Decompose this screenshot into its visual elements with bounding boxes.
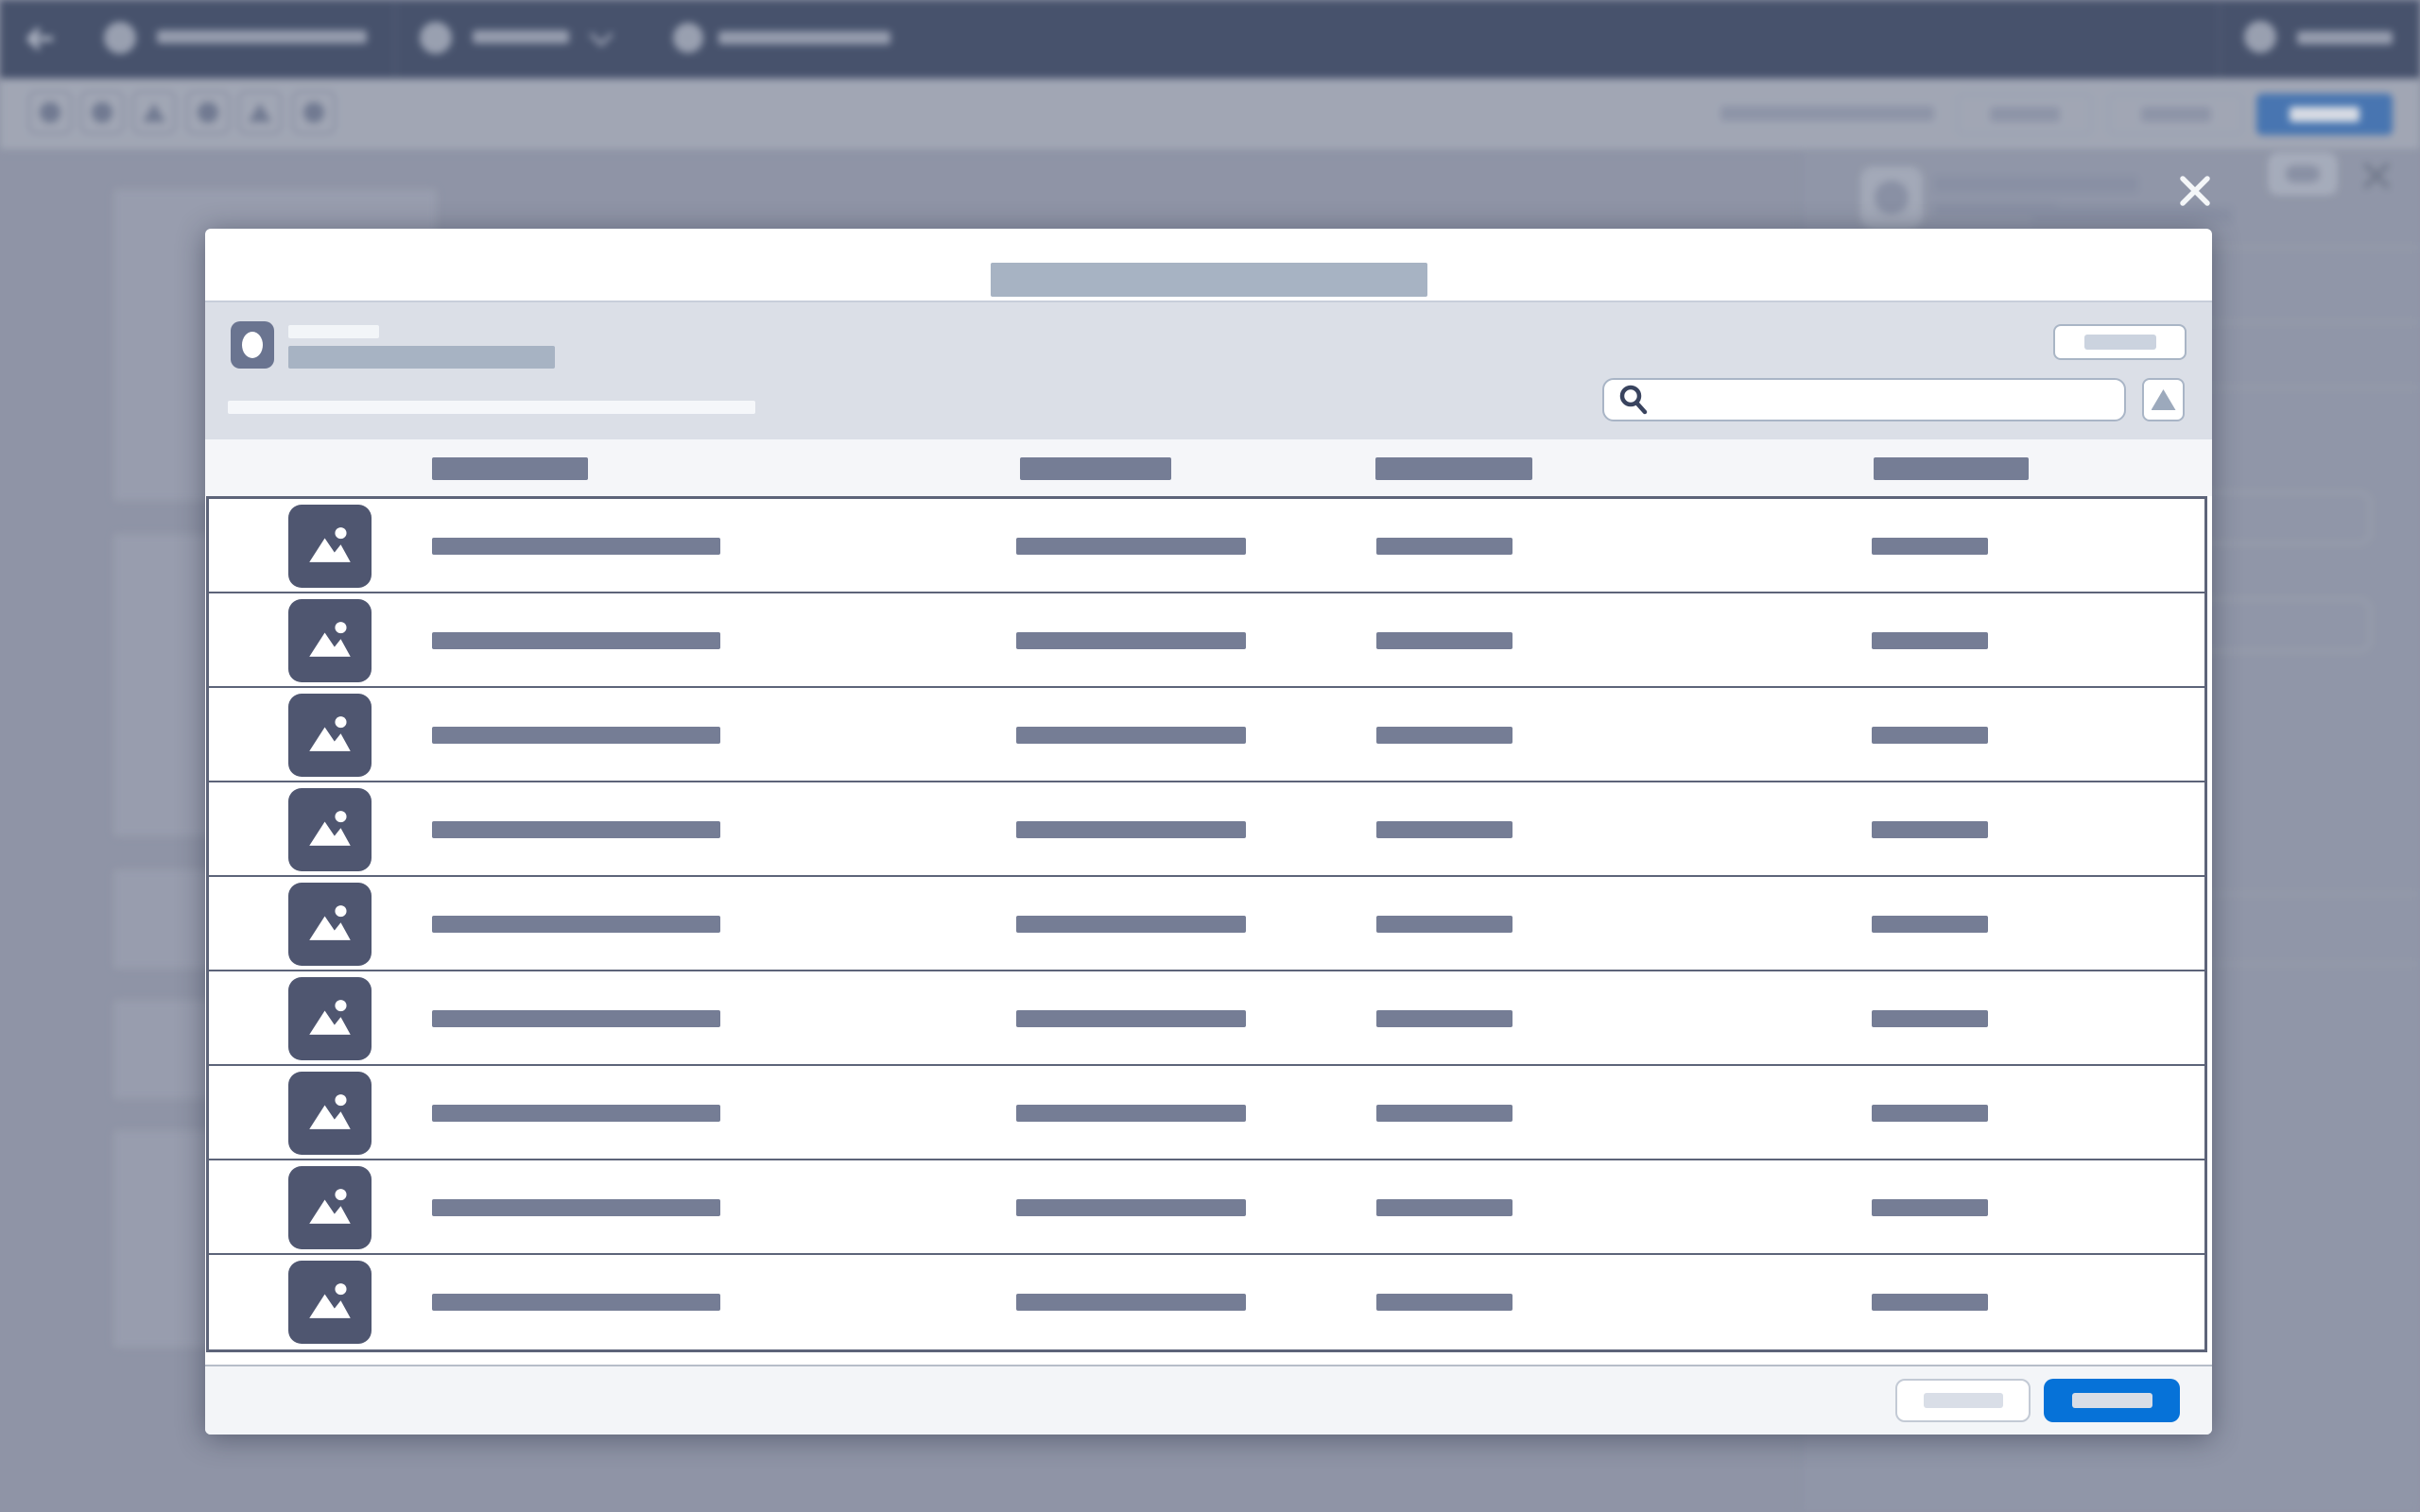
cell-text-placeholder	[1872, 1294, 1988, 1311]
image-icon-thumbnail	[288, 694, 372, 777]
cell-text-placeholder	[1872, 1010, 1988, 1027]
modal-close-x-icon[interactable]	[2176, 172, 2214, 210]
record-avatar-icon	[231, 321, 274, 369]
cell-text-placeholder	[432, 821, 720, 838]
column-header-placeholder[interactable]	[432, 457, 588, 480]
cell-text-placeholder	[1872, 916, 1988, 933]
cell-text-placeholder	[432, 1105, 720, 1122]
cell-text-placeholder	[1376, 1199, 1512, 1216]
header-action-button[interactable]	[2053, 324, 2187, 360]
cell-text-placeholder	[1872, 727, 1988, 744]
table-row[interactable]	[209, 971, 2204, 1066]
cell-text-placeholder	[1016, 1010, 1246, 1027]
cell-text-placeholder	[1376, 727, 1512, 744]
column-header-placeholder[interactable]	[1020, 457, 1171, 480]
image-icon-thumbnail	[288, 1072, 372, 1155]
cell-text-placeholder	[1376, 1010, 1512, 1027]
record-detail-placeholder	[228, 401, 755, 414]
modal-footer	[205, 1365, 2212, 1435]
magnifier-icon	[1617, 384, 1650, 416]
screen	[0, 0, 2420, 1512]
table-row[interactable]	[209, 1255, 2204, 1349]
record-select-modal	[205, 229, 2212, 1435]
cell-text-placeholder	[1016, 821, 1246, 838]
modal-record-header	[205, 302, 2212, 439]
table-row[interactable]	[209, 1160, 2204, 1255]
cancel-button[interactable]	[1895, 1379, 2031, 1422]
cell-text-placeholder	[432, 1010, 720, 1027]
table-row[interactable]	[209, 1066, 2204, 1160]
cell-text-placeholder	[432, 538, 720, 555]
cell-text-placeholder	[1016, 1105, 1246, 1122]
image-icon-thumbnail	[288, 1166, 372, 1249]
column-header-placeholder[interactable]	[1874, 457, 2029, 480]
table-header-row	[205, 439, 2212, 496]
table-row[interactable]	[209, 782, 2204, 877]
button-label-placeholder	[1924, 1393, 2003, 1408]
table-body	[206, 496, 2207, 1352]
image-icon-thumbnail	[288, 505, 372, 588]
cell-text-placeholder	[1872, 1199, 1988, 1216]
search-input[interactable]	[1602, 378, 2126, 421]
modal-title-placeholder	[991, 263, 1427, 297]
column-header-placeholder[interactable]	[1375, 457, 1532, 480]
cell-text-placeholder	[1016, 1199, 1246, 1216]
cell-text-placeholder	[1376, 632, 1512, 649]
triangle-up-icon	[2152, 389, 2176, 410]
cell-text-placeholder	[1376, 916, 1512, 933]
cell-text-placeholder	[1872, 821, 1988, 838]
cell-text-placeholder	[1376, 1105, 1512, 1122]
cell-text-placeholder	[432, 1199, 720, 1216]
table-row[interactable]	[209, 593, 2204, 688]
cell-text-placeholder	[1376, 1294, 1512, 1311]
cell-text-placeholder	[1016, 538, 1246, 555]
image-icon-thumbnail	[288, 977, 372, 1060]
cell-text-placeholder	[1016, 1294, 1246, 1311]
sort-button[interactable]	[2142, 378, 2185, 421]
cell-text-placeholder	[432, 632, 720, 649]
image-icon-thumbnail	[288, 788, 372, 871]
cell-text-placeholder	[1016, 916, 1246, 933]
record-name-placeholder	[288, 346, 555, 369]
image-icon-thumbnail	[288, 1261, 372, 1344]
cell-text-placeholder	[1872, 632, 1988, 649]
cell-text-placeholder	[1872, 538, 1988, 555]
table-row[interactable]	[209, 877, 2204, 971]
cell-text-placeholder	[1376, 821, 1512, 838]
table-row[interactable]	[209, 499, 2204, 593]
cell-text-placeholder	[1016, 632, 1246, 649]
record-eyebrow-placeholder	[288, 325, 379, 338]
button-label-placeholder	[2072, 1393, 2152, 1408]
cell-text-placeholder	[432, 916, 720, 933]
confirm-button[interactable]	[2044, 1379, 2180, 1422]
cell-text-placeholder	[432, 727, 720, 744]
button-label-placeholder	[2084, 335, 2156, 350]
cell-text-placeholder	[1016, 727, 1246, 744]
table-row[interactable]	[209, 688, 2204, 782]
cell-text-placeholder	[1376, 538, 1512, 555]
cell-text-placeholder	[1872, 1105, 1988, 1122]
cell-text-placeholder	[432, 1294, 720, 1311]
image-icon-thumbnail	[288, 883, 372, 966]
image-icon-thumbnail	[288, 599, 372, 682]
